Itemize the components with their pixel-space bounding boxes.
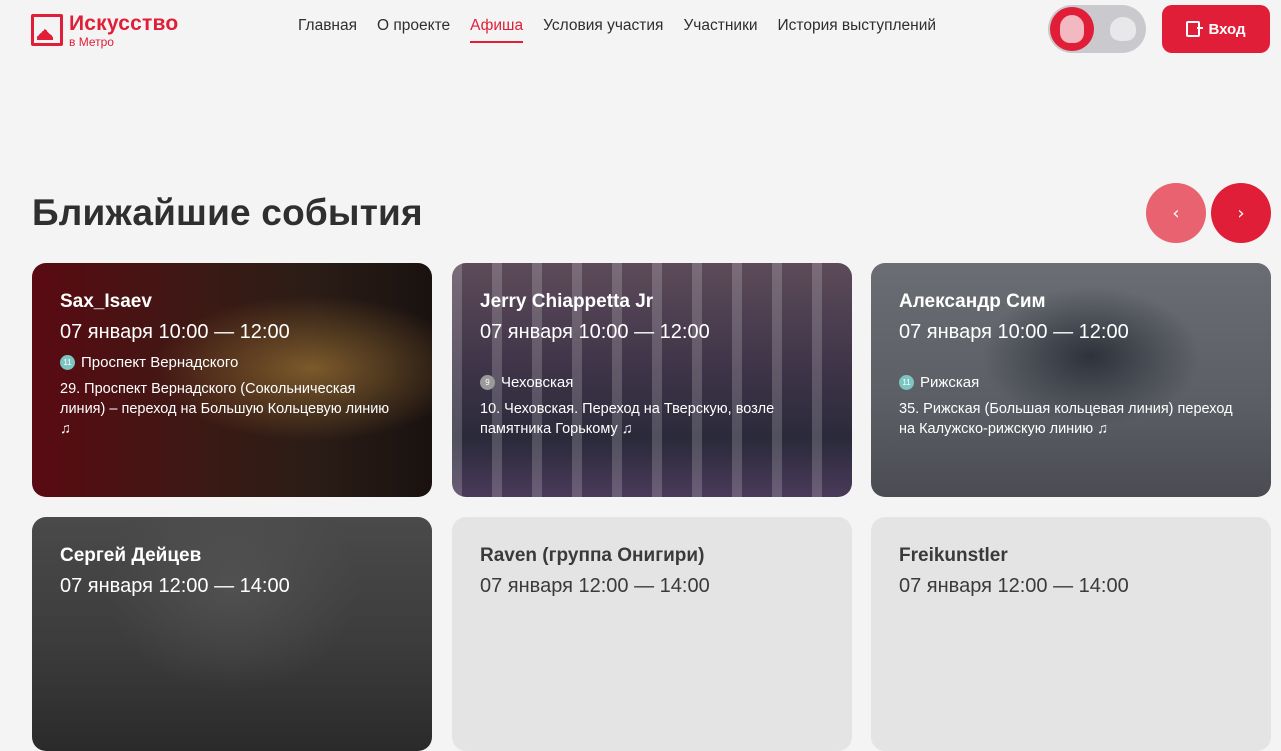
theme-toggle[interactable] [1048,5,1146,53]
metro-logo-icon [31,14,63,46]
nav-afisha[interactable]: Афиша [470,17,524,43]
event-artist: Сергей Дейцев [60,545,202,566]
event-time: 07 января 10:00 — 12:00 [480,321,710,343]
event-station: 11 Рижская [899,374,1243,391]
logo-text: Искусство в Метро [69,13,178,48]
login-icon [1186,21,1204,37]
event-card[interactable]: Jerry Chiappetta Jr 07 января 10:00 — 12… [452,263,852,497]
event-card[interactable]: Sax_Isaev 07 января 10:00 — 12:00 11 Про… [32,263,432,497]
event-artist: Freikunstler [899,545,1008,566]
event-time: 07 января 12:00 — 14:00 [899,575,1129,597]
chevron-left-icon: ‹ [1172,202,1180,224]
nav-history[interactable]: История выступлений [778,17,937,43]
event-time: 07 января 10:00 — 12:00 [60,321,290,343]
event-artist: Jerry Chiappetta Jr [480,291,654,312]
login-label: Вход [1208,20,1246,38]
event-artist: Raven (группа Онигири) [480,545,705,566]
chevron-right-icon: › [1237,202,1245,224]
event-card[interactable]: Freikunstler 07 января 12:00 — 14:00 [871,517,1271,751]
event-card[interactable]: Александр Сим 07 января 10:00 — 12:00 11… [871,263,1271,497]
event-station: 9 Чеховская [480,374,824,391]
event-card[interactable]: Сергей Дейцев 07 января 12:00 — 14:00 [32,517,432,751]
event-artist: Sax_Isaev [60,291,152,312]
event-card[interactable]: Raven (группа Онигири) 07 января 12:00 —… [452,517,852,751]
logo-title: Искусство [69,11,179,35]
logo-subtitle: в Метро [69,34,114,49]
carousel-prev-button[interactable]: ‹ [1146,183,1206,243]
event-place: 35. Рижская (Большая кольцевая линия) пе… [899,401,1233,437]
metro-line-badge: 11 [899,375,914,390]
station-name: Рижская [920,374,980,391]
theme-knob [1050,7,1094,51]
section-title: Ближайшие события [32,192,423,233]
event-artist: Александр Сим [899,291,1046,312]
metro-line-badge: 11 [60,355,75,370]
event-place: 29. Проспект Вернадского (Сокольническая… [60,381,390,437]
nav-participants[interactable]: Участники [683,17,757,43]
dark-theme-icon [1110,17,1136,41]
login-button[interactable]: Вход [1162,5,1270,53]
main-nav: Главная О проекте Афиша Условия участия … [298,17,956,43]
event-place: 10. Чеховская. Переход на Тверскую, возл… [480,401,775,437]
site-logo[interactable]: Искусство в Метро [31,10,178,50]
event-time: 07 января 12:00 — 14:00 [60,575,290,597]
carousel-next-button[interactable]: › [1211,183,1271,243]
nav-about[interactable]: О проекте [377,17,450,43]
event-time: 07 января 12:00 — 14:00 [480,575,710,597]
light-theme-icon [1060,15,1084,43]
metro-line-badge: 9 [480,375,495,390]
station-name: Проспект Вернадского [81,354,239,371]
event-station: 11 Проспект Вернадского [60,354,404,371]
nav-home[interactable]: Главная [298,17,357,43]
station-name: Чеховская [501,374,574,391]
event-time: 07 января 10:00 — 12:00 [899,321,1129,343]
nav-conditions[interactable]: Условия участия [543,17,663,43]
site-header: Искусство в Метро Главная О проекте Афиш… [0,0,1281,60]
